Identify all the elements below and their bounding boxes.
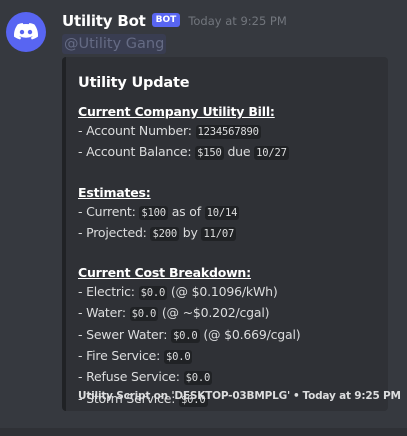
footer-source: Utility Script on 'DESKTOP-03BMPLG' <box>78 390 291 402</box>
as-of-date: 10/14 <box>204 205 240 220</box>
message-timestamp[interactable]: Today at 9:25 PM <box>188 14 286 28</box>
item-value: $0.0 <box>138 286 168 301</box>
current-estimate-line: - Current: $100 as of 10/14 <box>78 202 382 223</box>
account-number-value: 1234567890 <box>195 125 261 139</box>
breakdown-item-refuse: - Refuse Service: $0.0 <box>78 367 382 388</box>
breakdown-item-electric: - Electric: $0.0 (@ $0.1096/kWh) <box>78 282 382 303</box>
bot-avatar[interactable] <box>6 12 46 52</box>
username[interactable]: Utility Bot <box>62 12 146 30</box>
by-date: 11/07 <box>201 226 237 241</box>
breakdown-item-fire: - Fire Service: $0.0 <box>78 346 382 367</box>
projected-value: $200 <box>150 226 179 241</box>
embed-content: Utility Update Current Company Utility B… <box>78 73 382 410</box>
item-label: - Electric: <box>78 284 139 300</box>
breakdown-item-water: - Water: $0.0 (@ ~$0.202/cgal) <box>78 303 382 324</box>
as-of-label: as of <box>167 203 205 219</box>
by-label: by <box>178 224 202 240</box>
item-value: $0.0 <box>129 307 159 322</box>
account-balance-line: - Account Balance: $150 due 10/27 <box>78 142 382 163</box>
breakdown-heading: Current Cost Breakdown: <box>78 265 251 281</box>
estimates-heading: Estimates: <box>78 184 151 200</box>
item-label: - Fire Service: <box>78 348 164 364</box>
current-label: - Current: <box>78 203 140 219</box>
projected-estimate-line: - Projected: $200 by 11/07 <box>78 223 382 244</box>
account-balance-value: $150 <box>195 146 224 161</box>
embed-title: Utility Update <box>78 75 190 91</box>
account-balance-label: - Account Balance: <box>78 144 196 160</box>
account-number-line: - Account Number: 1234567890 <box>78 121 382 142</box>
current-value: $100 <box>139 205 168 220</box>
item-value: $0.0 <box>183 371 213 386</box>
projected-label: - Projected: <box>78 224 151 240</box>
footer-time: Today at 9:25 PM <box>302 390 401 402</box>
account-number-label: - Account Number: <box>78 123 196 138</box>
bot-tag: BOT <box>151 13 181 27</box>
item-rate: (@ ~$0.202/cgal) <box>158 305 270 321</box>
message-header: Utility Bot BOT Today at 9:25 PM <box>62 10 287 32</box>
footer-separator: • <box>293 390 300 402</box>
item-rate: (@ $0.1096/kWh) <box>167 284 278 300</box>
role-mention[interactable]: @Utility Gang <box>62 34 167 54</box>
item-label: - Water: <box>78 305 130 321</box>
due-label: due <box>223 144 255 160</box>
item-label: - Sewer Water: <box>78 326 172 342</box>
chat-message: Utility Bot BOT Today at 9:25 PM @Utilit… <box>0 0 407 436</box>
embed: Utility Update Current Company Utility B… <box>62 57 401 411</box>
item-value: $0.0 <box>171 328 200 343</box>
breakdown-item-sewer: - Sewer Water: $0.0 (@ $0.669/cgal) <box>78 325 382 346</box>
discord-logo-icon <box>14 23 38 40</box>
embed-footer: Utility Script on 'DESKTOP-03BMPLG' • Toda… <box>78 390 401 402</box>
due-date-value: 10/27 <box>254 146 289 161</box>
message-divider <box>0 428 407 436</box>
bill-heading: Current Company Utility Bill: <box>78 104 275 119</box>
item-label: - Refuse Service: <box>78 369 184 385</box>
item-value: $0.0 <box>163 350 193 365</box>
item-rate: (@ $0.669/cgal) <box>199 326 301 342</box>
